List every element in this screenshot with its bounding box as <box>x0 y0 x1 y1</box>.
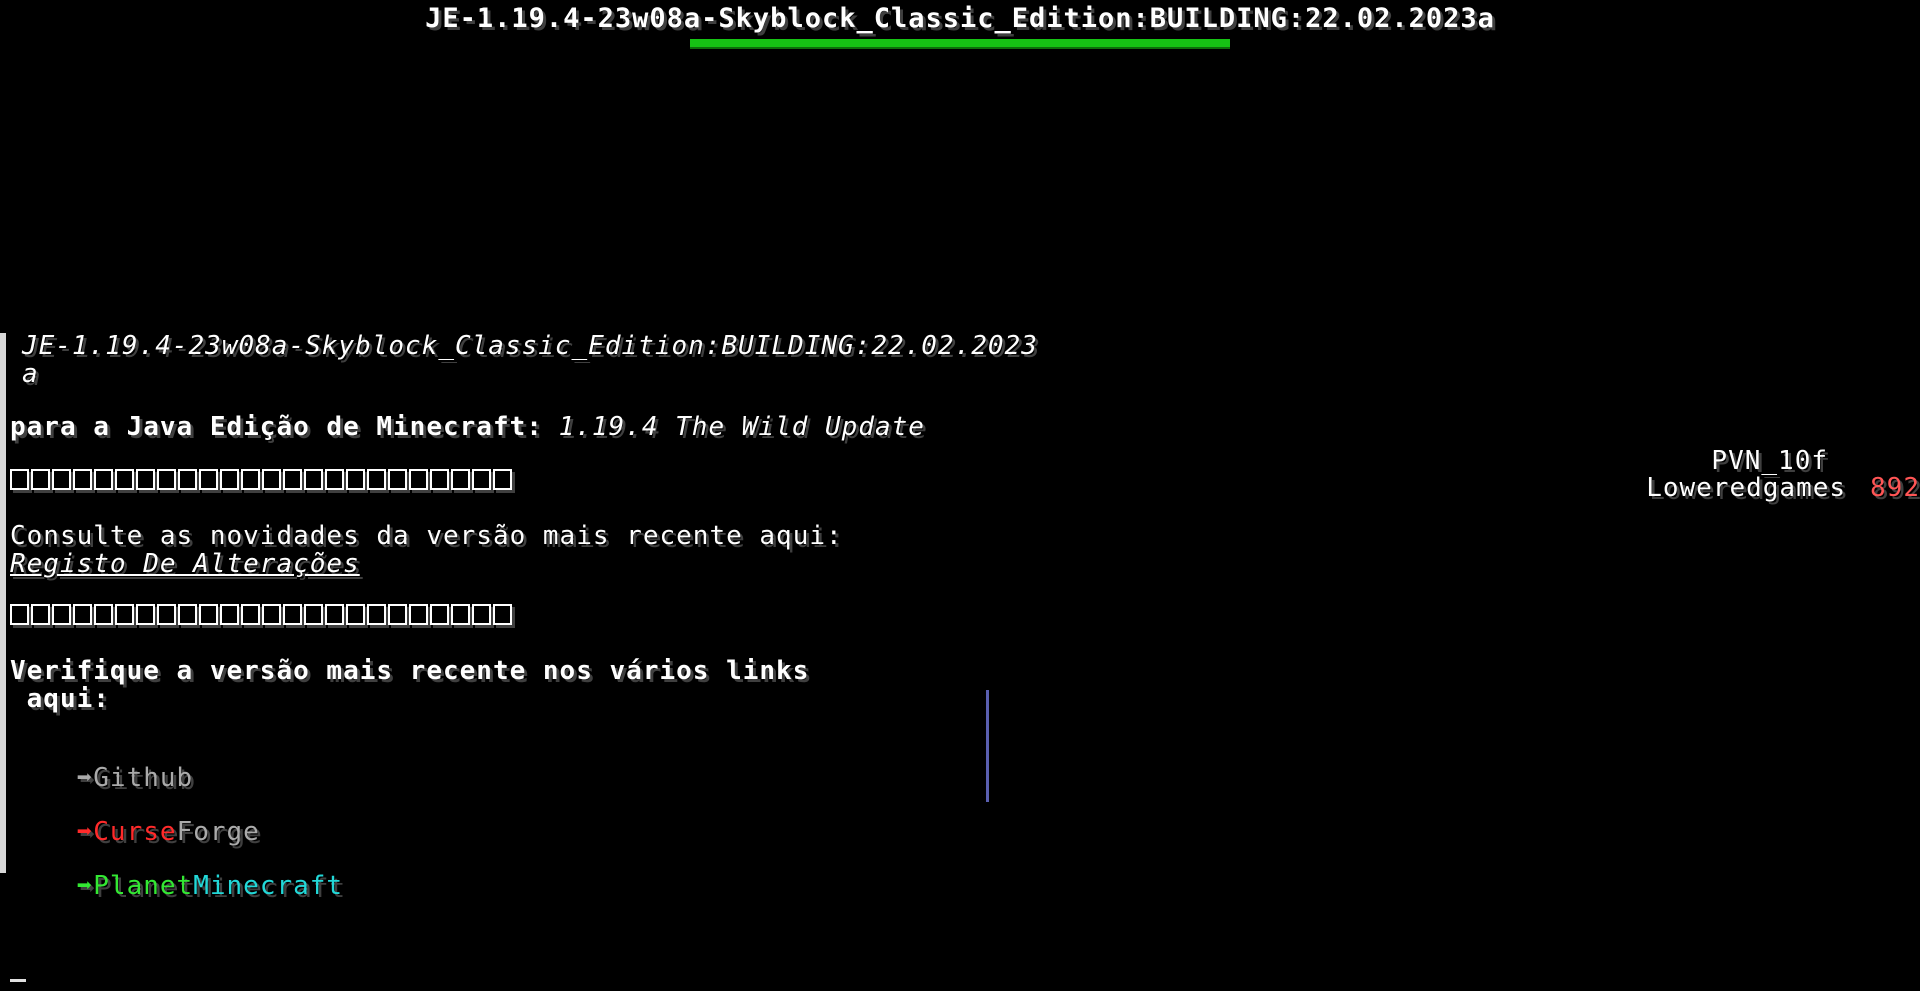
missing-glyph-box <box>493 469 512 490</box>
chat-scrollbar[interactable] <box>986 690 989 802</box>
missing-glyph-box <box>136 469 155 490</box>
github-link-label: Github <box>93 763 194 793</box>
scoreboard-row: Loweredgames 892 <box>1646 475 1920 501</box>
missing-glyph-box <box>10 469 29 490</box>
missing-glyph-box <box>52 604 71 625</box>
missing-glyph-box <box>31 469 50 490</box>
missing-glyph-box <box>52 469 71 490</box>
missing-glyph-box <box>325 604 344 625</box>
arrow-icon: ➡ <box>76 763 94 793</box>
missing-glyph-box <box>73 604 92 625</box>
boss-bar <box>690 39 1230 47</box>
missing-glyph-box <box>262 469 281 490</box>
missing-glyph-box <box>430 469 449 490</box>
missing-glyph-box <box>31 604 50 625</box>
missing-glyph-box <box>472 469 491 490</box>
missing-glyph-box <box>115 469 134 490</box>
missing-glyph-box <box>178 469 197 490</box>
planetminecraft-link-label-minecraft: Minecraft <box>193 871 344 901</box>
missing-glyph-box <box>199 604 218 625</box>
missing-glyph-box <box>283 604 302 625</box>
arrow-icon: ➡ <box>76 817 94 847</box>
missing-glyph-box <box>115 604 134 625</box>
chat-changelog-text: Consulte as novidades da versão mais rec… <box>10 521 843 551</box>
chat-links-heading: Verifique a versão mais recente nos vári… <box>10 656 810 686</box>
missing-glyph-box <box>388 469 407 490</box>
chat-input-cursor[interactable] <box>10 979 26 982</box>
missing-glyph-box <box>304 604 323 625</box>
missing-glyph-box <box>346 469 365 490</box>
curseforge-link-label-forge: Forge <box>176 817 260 847</box>
missing-glyph-box <box>241 469 260 490</box>
missing-glyph-box <box>451 604 470 625</box>
changelog-link[interactable]: Registo De Alterações <box>10 551 360 577</box>
missing-glyph-box <box>451 469 470 490</box>
missing-glyph-box <box>136 604 155 625</box>
chat-separator-boxes <box>10 469 512 490</box>
chat-panel[interactable]: JE-1.19.4-23w08a-Skyblock_Classic_Editio… <box>0 333 1037 899</box>
chat-edition-version: 1.19.4 The Wild Update <box>558 412 925 442</box>
scoreboard-player: Loweredgames <box>1646 473 1847 503</box>
missing-glyph-box <box>220 604 239 625</box>
curseforge-link-label-curse: Curse <box>93 817 177 847</box>
missing-glyph-box <box>367 604 386 625</box>
missing-glyph-box <box>367 469 386 490</box>
missing-glyph-box <box>178 604 197 625</box>
missing-glyph-box <box>283 469 302 490</box>
missing-glyph-box <box>430 604 449 625</box>
arrow-icon: ➡ <box>76 871 94 901</box>
planetminecraft-link-label-planet: Planet <box>93 871 194 901</box>
missing-glyph-box <box>94 604 113 625</box>
boss-bar-title: JE-1.19.4-23w08a-Skyblock_Classic_Editio… <box>425 3 1495 34</box>
chat-focus-edge <box>0 333 6 873</box>
missing-glyph-box <box>409 604 428 625</box>
missing-glyph-box <box>220 469 239 490</box>
chat-version-line-wrap: a <box>22 359 39 389</box>
boss-bar-fill <box>690 39 1230 47</box>
missing-glyph-box <box>472 604 491 625</box>
missing-glyph-box <box>73 469 92 490</box>
chat-separator-boxes <box>10 604 512 625</box>
missing-glyph-box <box>199 469 218 490</box>
chat-edition-label: para a Java Edição de Minecraft: <box>10 412 543 442</box>
missing-glyph-box <box>241 604 260 625</box>
chat-version-line: JE-1.19.4-23w08a-Skyblock_Classic_Editio… <box>22 331 1038 361</box>
missing-glyph-box <box>94 469 113 490</box>
planetminecraft-link[interactable]: ➡PlanetMinecraft <box>10 847 343 925</box>
chat-links-heading-wrap: aqui: <box>10 684 110 714</box>
missing-glyph-box <box>10 604 29 625</box>
missing-glyph-box <box>325 469 344 490</box>
chat-edition-line: para a Java Edição de Minecraft: 1.19.4 … <box>10 414 925 440</box>
scoreboard-title: PVN_10f <box>1711 446 1828 476</box>
missing-glyph-box <box>409 469 428 490</box>
missing-glyph-box <box>262 604 281 625</box>
missing-glyph-box <box>493 604 512 625</box>
missing-glyph-box <box>388 604 407 625</box>
missing-glyph-box <box>304 469 323 490</box>
missing-glyph-box <box>346 604 365 625</box>
missing-glyph-box <box>157 604 176 625</box>
scoreboard-score: 892 <box>1870 473 1920 503</box>
missing-glyph-box <box>157 469 176 490</box>
